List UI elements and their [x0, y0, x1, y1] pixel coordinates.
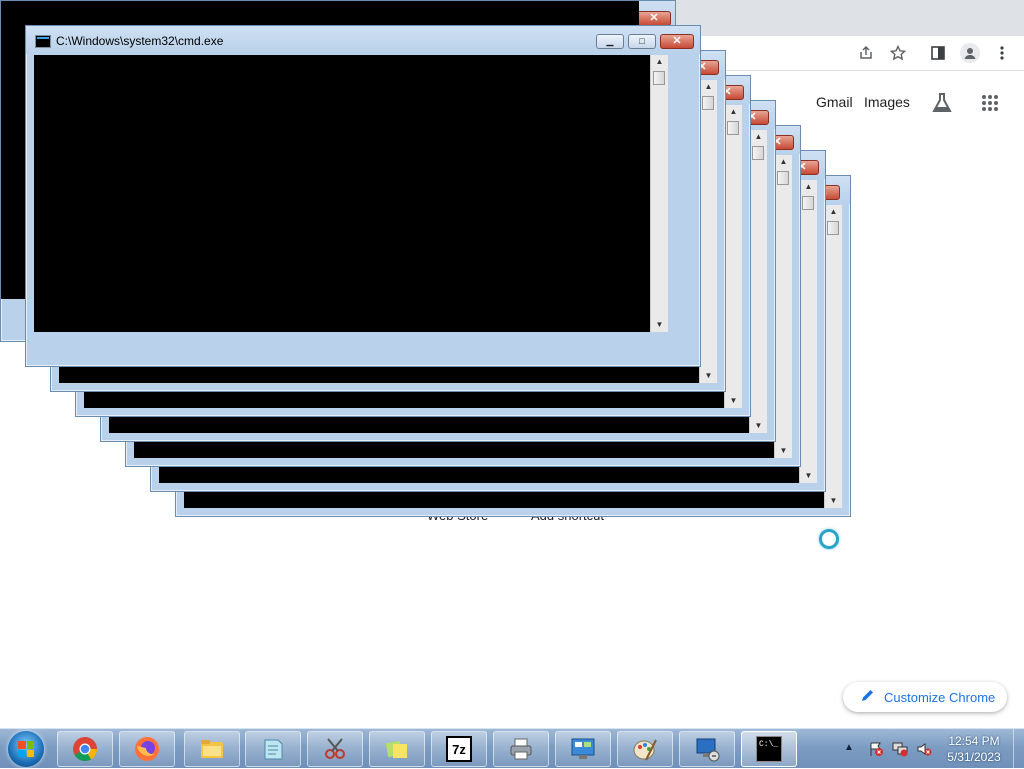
taskbar-snipping[interactable]	[307, 731, 363, 767]
customize-chrome-button[interactable]: Customize Chrome	[843, 682, 1007, 712]
scroll-up-icon[interactable]: ▲	[700, 80, 717, 94]
cmd-window-front[interactable]: C:\Windows\system32\cmd.exe ▁ □ ✕ ▲ ▼	[25, 25, 701, 367]
show-hidden-icons-icon[interactable]: ▲	[844, 742, 854, 753]
close-button[interactable]: ✕	[637, 11, 671, 26]
scroll-down-icon[interactable]: ▼	[651, 318, 668, 332]
scrollbar[interactable]: ▲ ▼	[774, 155, 792, 458]
sticky-notes-icon	[384, 736, 410, 762]
file-explorer-icon	[199, 736, 225, 762]
remote-desktop-icon	[694, 736, 720, 762]
labs-flask-icon[interactable]	[931, 92, 953, 119]
start-button[interactable]	[8, 731, 44, 767]
bookmark-star-icon[interactable]	[889, 44, 907, 62]
scrollbar[interactable]: ▲ ▼	[749, 130, 767, 433]
scroll-down-icon[interactable]: ▼	[725, 394, 742, 408]
scroll-thumb[interactable]	[727, 121, 739, 135]
scroll-up-icon[interactable]: ▲	[825, 205, 842, 219]
scrollbar[interactable]: ▲ ▼	[724, 105, 742, 408]
clock-time: 12:54 PM	[948, 734, 1000, 748]
scroll-up-icon[interactable]: ▲	[651, 55, 668, 69]
pencil-icon	[861, 689, 874, 705]
control-panel-icon	[570, 736, 596, 762]
scroll-down-icon[interactable]: ▼	[825, 494, 842, 508]
taskbar-remote-desktop[interactable]	[679, 731, 735, 767]
taskbar-printer[interactable]	[493, 731, 549, 767]
window-title: C:\Windows\system32\cmd.exe	[56, 34, 224, 48]
taskbar-7zip[interactable]: 7z	[431, 731, 487, 767]
scroll-up-icon[interactable]: ▲	[750, 130, 767, 144]
snipping-tool-icon	[322, 736, 348, 762]
scroll-up-icon[interactable]: ▲	[775, 155, 792, 169]
scroll-up-icon[interactable]: ▲	[800, 180, 817, 194]
scroll-thumb[interactable]	[702, 96, 714, 110]
scrollbar[interactable]: ▲ ▼	[650, 55, 668, 332]
scroll-thumb[interactable]	[827, 221, 839, 235]
customize-chrome-label: Customize Chrome	[884, 689, 996, 705]
scrollbar[interactable]: ▲ ▼	[824, 205, 842, 508]
firefox-icon	[134, 736, 160, 762]
chrome-icon	[72, 736, 98, 762]
scroll-thumb[interactable]	[653, 71, 665, 85]
taskbar-chrome[interactable]	[57, 731, 113, 767]
scroll-down-icon[interactable]: ▼	[800, 469, 817, 483]
taskbar-sticky[interactable]	[369, 731, 425, 767]
gmail-link[interactable]: Gmail	[816, 94, 853, 110]
volume-muted-icon[interactable]	[916, 741, 932, 757]
notepad-icon	[260, 736, 286, 762]
scrollbar[interactable]: ▲ ▼	[799, 180, 817, 483]
scroll-down-icon[interactable]: ▼	[700, 369, 717, 383]
side-panel-icon[interactable]	[929, 44, 947, 62]
scroll-down-icon[interactable]: ▼	[750, 419, 767, 433]
show-desktop-button[interactable]	[1013, 729, 1024, 769]
taskbar-clock[interactable]: 12:54 PM 5/31/2023	[938, 733, 1010, 765]
printer-icon	[508, 736, 534, 762]
taskbar-firefox[interactable]	[119, 731, 175, 767]
close-button[interactable]: ✕	[660, 34, 694, 49]
cmd-icon-label: C:\_	[759, 740, 779, 749]
profile-icon[interactable]	[960, 43, 980, 63]
scroll-thumb[interactable]	[777, 171, 789, 185]
maximize-button[interactable]: □	[628, 34, 656, 49]
cmd-system-icon[interactable]	[35, 35, 51, 48]
taskbar-control-panel[interactable]	[555, 731, 611, 767]
7zip-label: 7z	[452, 741, 466, 757]
scroll-thumb[interactable]	[802, 196, 814, 210]
network-icon[interactable]	[892, 741, 908, 757]
action-center-flag-icon[interactable]	[868, 741, 884, 757]
apps-grid-icon[interactable]	[981, 94, 999, 117]
taskbar-paint[interactable]	[617, 731, 673, 767]
scroll-up-icon[interactable]: ▲	[725, 105, 742, 119]
scrollbar[interactable]: ▲ ▼	[699, 80, 717, 383]
scroll-down-icon[interactable]: ▼	[775, 444, 792, 458]
scroll-thumb[interactable]	[752, 146, 764, 160]
loading-spinner-icon	[819, 529, 839, 549]
taskbar-explorer[interactable]	[184, 731, 240, 767]
taskbar: 7z C:\_ ▲ 12:54 PM 5/31/2023	[0, 728, 1024, 769]
taskbar-cmd[interactable]: C:\_	[741, 731, 797, 767]
paint-icon	[632, 736, 658, 762]
taskbar-notepad[interactable]	[245, 731, 301, 767]
cmd-icon: C:\_	[756, 736, 782, 762]
menu-dots-icon[interactable]	[993, 44, 1011, 62]
windows-flag-icon	[18, 741, 34, 757]
images-link[interactable]: Images	[864, 94, 910, 110]
minimize-button[interactable]: ▁	[596, 34, 624, 49]
7zip-icon: 7z	[446, 736, 472, 762]
clock-date: 5/31/2023	[947, 750, 1001, 764]
console-area[interactable]	[34, 55, 650, 332]
share-icon[interactable]	[857, 44, 875, 62]
